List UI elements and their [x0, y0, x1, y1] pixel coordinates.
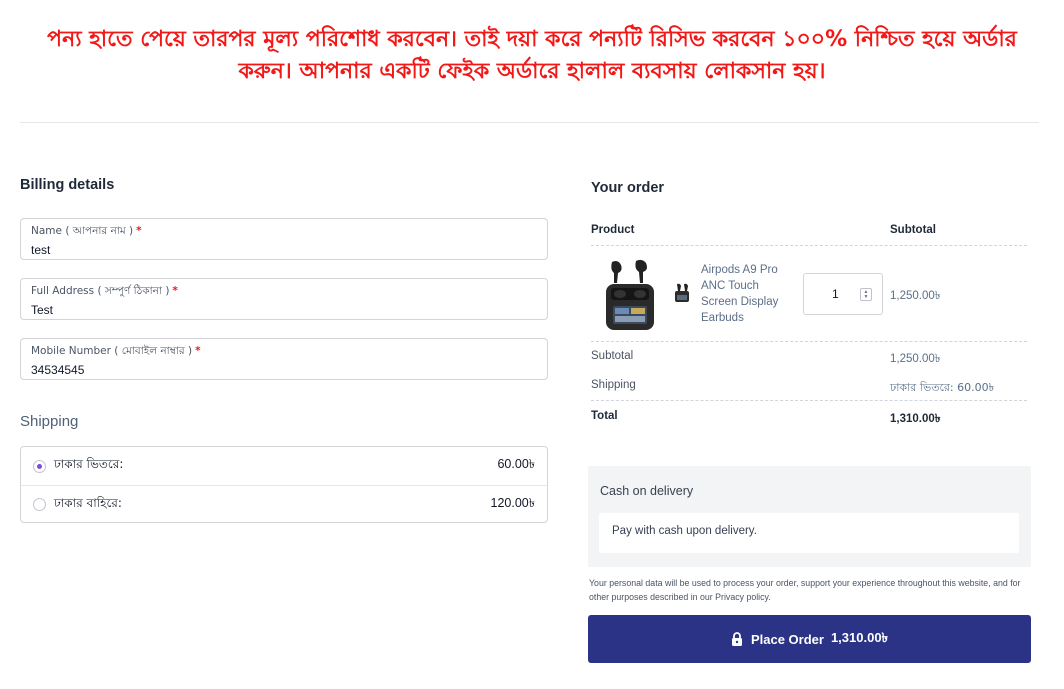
subtotal-label: Subtotal: [591, 350, 634, 362]
name-field-label: Name ( আপনার নাম ) *: [31, 225, 142, 237]
radio-unselected-icon[interactable]: [33, 498, 46, 511]
shipping-option-price: 120.00৳: [490, 495, 535, 510]
shipping-option-price: 60.00৳: [497, 457, 535, 471]
total-label: Total: [591, 410, 618, 422]
address-input[interactable]: [31, 303, 537, 317]
product-thumbnail-small: [675, 283, 689, 302]
place-order-amount: 1,310.00৳: [830, 629, 889, 645]
radio-selected-icon[interactable]: [33, 459, 46, 473]
product-name[interactable]: Airpods A9 Pro ANC Touch Screen Display …: [701, 262, 793, 326]
shipping-value: ঢাকার ভিতরে: 60.00৳: [890, 381, 995, 394]
quantity-input[interactable]: 1 ▲ ▼: [803, 273, 883, 315]
name-field[interactable]: Name ( আপনার নাম ) *: [20, 218, 548, 260]
order-divider: [591, 245, 1027, 246]
address-field[interactable]: Full Address ( সম্পুর্ণ ঠিকানা ) *: [20, 278, 548, 320]
place-order-button[interactable]: Place Order 1,310.00৳: [588, 615, 1031, 663]
order-divider: [591, 400, 1027, 401]
billing-details-title: Billing details: [20, 177, 115, 193]
payment-method-label[interactable]: Cash on delivery: [600, 484, 693, 498]
required-star: *: [136, 225, 142, 237]
payment-method-box: Cash on delivery Pay with cash upon deli…: [588, 466, 1031, 567]
place-order-label: Place Order: [750, 631, 824, 647]
quantity-spinner-icon[interactable]: ▲ ▼: [860, 288, 872, 301]
shipping-title: Shipping: [20, 413, 79, 430]
name-input[interactable]: [31, 243, 537, 257]
shipping-option-label: ঢাকার ভিতরে:: [54, 457, 124, 471]
order-warning-notice: পন্য হাতে পেয়ে তারপর মূল্য পরিশোধ করবেন…: [47, 27, 1017, 84]
header-divider: [20, 122, 1039, 123]
product-image[interactable]: [603, 258, 657, 332]
required-star: *: [195, 345, 201, 357]
your-order-title: Your order: [591, 180, 665, 196]
quantity-value: 1: [832, 287, 839, 301]
shipping-option-inside-dhaka[interactable]: ঢাকার ভিতরে: 60.00৳: [21, 447, 547, 485]
shipping-label: Shipping: [591, 379, 636, 391]
total-value: 1,310.00৳: [890, 413, 941, 425]
shipping-options: ঢাকার ভিতরে: 60.00৳ ঢাকার বাহিরে: 120.00…: [20, 446, 548, 523]
mobile-field[interactable]: Mobile Number ( মোবাইল নাম্বার ) *: [20, 338, 548, 380]
shipping-option-outside-dhaka[interactable]: ঢাকার বাহিরে: 120.00৳: [21, 485, 547, 523]
privacy-notice: Your personal data will be used to proce…: [589, 578, 1021, 602]
required-star: *: [172, 285, 178, 297]
address-field-label: Full Address ( সম্পুর্ণ ঠিকানা ) *: [31, 285, 178, 297]
mobile-input[interactable]: [31, 363, 537, 377]
order-divider: [591, 341, 1027, 342]
product-column-header: Product: [591, 224, 635, 236]
product-subtotal: 1,250.00৳: [890, 290, 941, 302]
subtotal-column-header: Subtotal: [890, 224, 936, 236]
shipping-option-label: ঢাকার বাহিরে:: [54, 495, 122, 510]
lock-icon: [731, 632, 743, 646]
payment-description: Pay with cash upon delivery.: [599, 513, 1019, 553]
mobile-field-label: Mobile Number ( মোবাইল নাম্বার ) *: [31, 345, 201, 357]
subtotal-value: 1,250.00৳: [890, 353, 941, 365]
